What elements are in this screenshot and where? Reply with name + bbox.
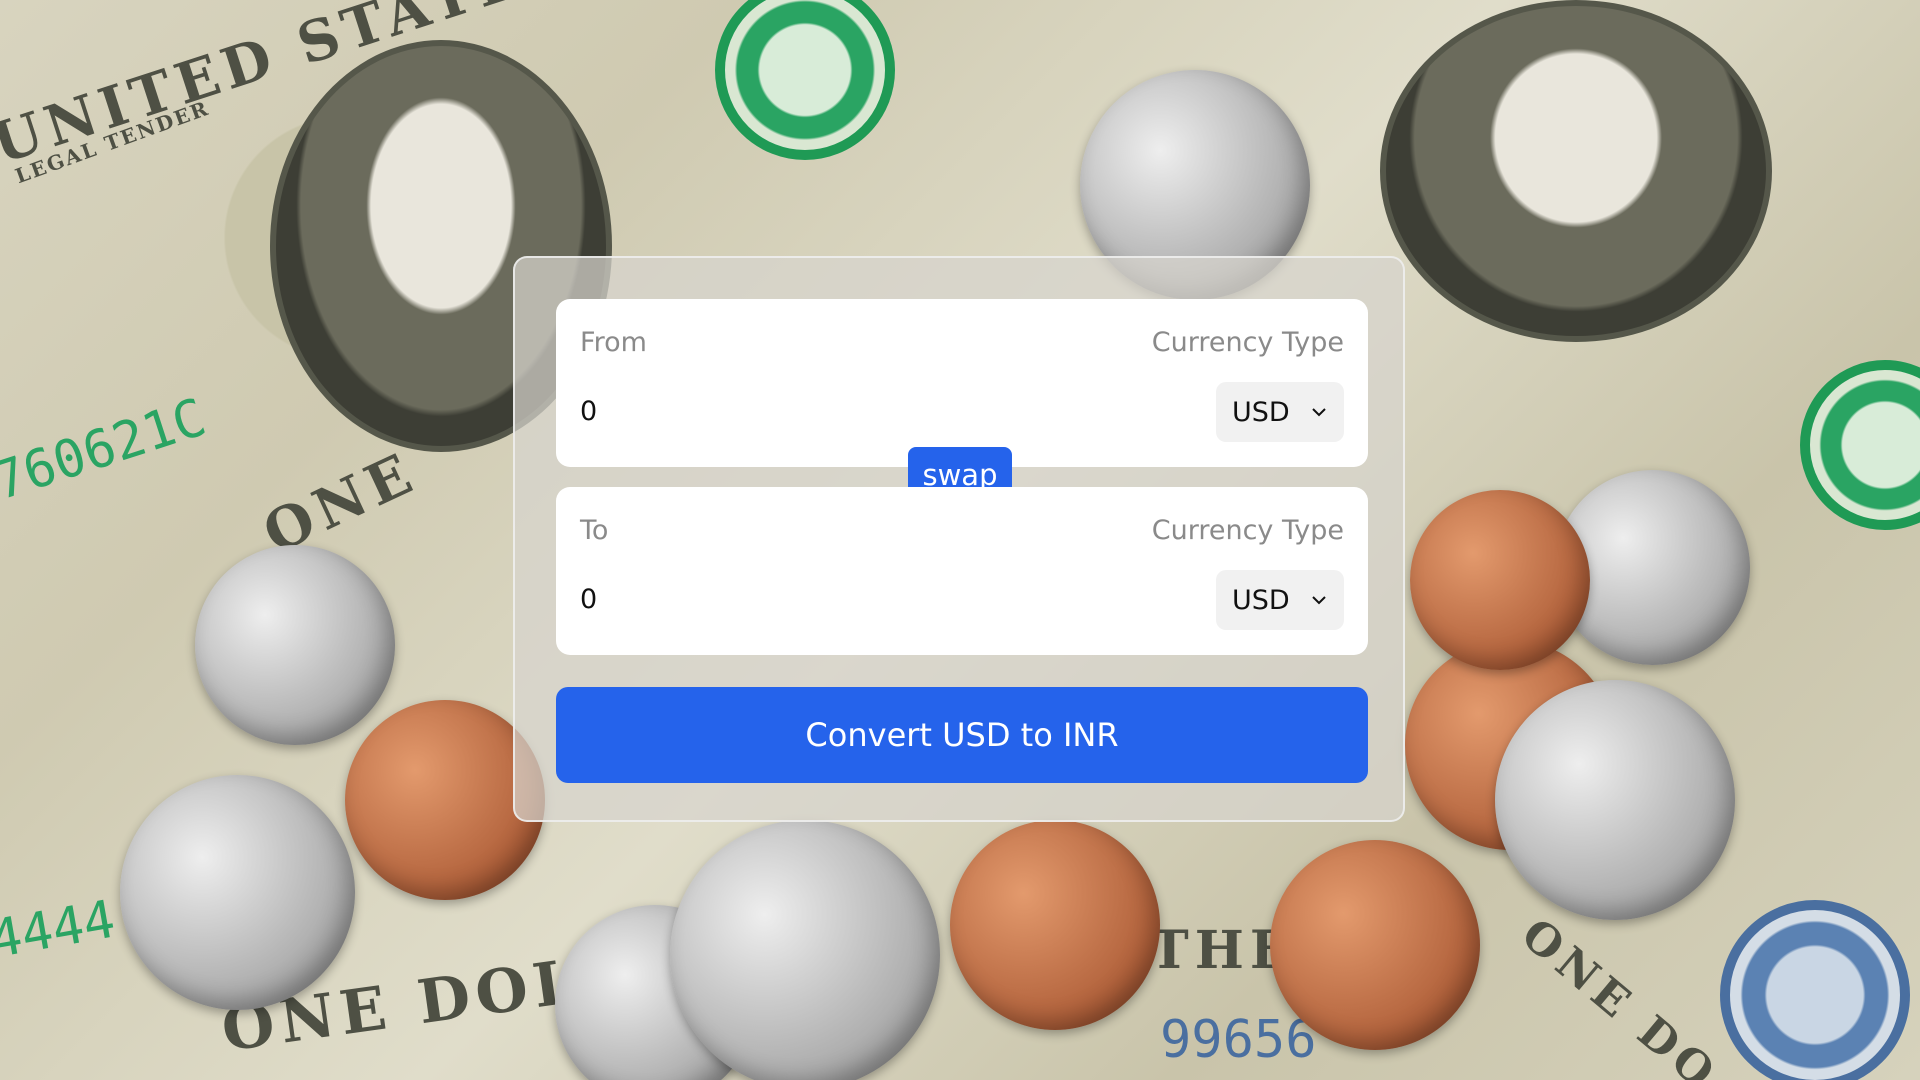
bill-serial-2: 4444 bbox=[0, 889, 120, 971]
to-currency-value: USD bbox=[1232, 584, 1290, 616]
from-amount-input[interactable] bbox=[580, 391, 1140, 431]
coin-bottom-right-penny bbox=[1270, 840, 1480, 1050]
chevron-down-icon bbox=[1312, 596, 1326, 605]
to-amount-input[interactable] bbox=[580, 579, 1140, 619]
seal-green-right bbox=[1800, 360, 1920, 530]
chevron-down-icon bbox=[1312, 408, 1326, 417]
convert-button[interactable]: Convert USD to INR bbox=[556, 687, 1368, 783]
coin-bottom-penny bbox=[950, 820, 1160, 1030]
coin-bottom-left-nickel bbox=[120, 775, 355, 1010]
bill-serial-3: 99656 bbox=[1160, 1010, 1317, 1070]
portrait-right bbox=[1380, 0, 1772, 342]
from-field-card: From Currency Type USD bbox=[556, 299, 1368, 467]
to-label: To bbox=[580, 515, 609, 546]
from-currency-select[interactable]: USD bbox=[1216, 382, 1344, 442]
converter-panel: From Currency Type USD swap To Currency … bbox=[513, 256, 1405, 822]
seal-green-top bbox=[715, 0, 895, 160]
coin-bottom-quarter bbox=[670, 820, 940, 1080]
to-field-card: To Currency Type USD bbox=[556, 487, 1368, 655]
from-currency-type-label: Currency Type bbox=[1151, 327, 1344, 358]
seal-blue-bottom-right bbox=[1720, 900, 1910, 1080]
to-currency-type-label: Currency Type bbox=[1151, 515, 1344, 546]
from-currency-value: USD bbox=[1232, 396, 1290, 428]
bill-serial-1: 760621C bbox=[0, 387, 214, 513]
coin-left-quarter bbox=[195, 545, 395, 745]
to-currency-select[interactable]: USD bbox=[1216, 570, 1344, 630]
from-label: From bbox=[580, 327, 647, 358]
coin-right-penny-top bbox=[1410, 490, 1590, 670]
coin-right-quarter bbox=[1495, 680, 1735, 920]
bill-text-one-do: ONE DO bbox=[1511, 908, 1729, 1080]
